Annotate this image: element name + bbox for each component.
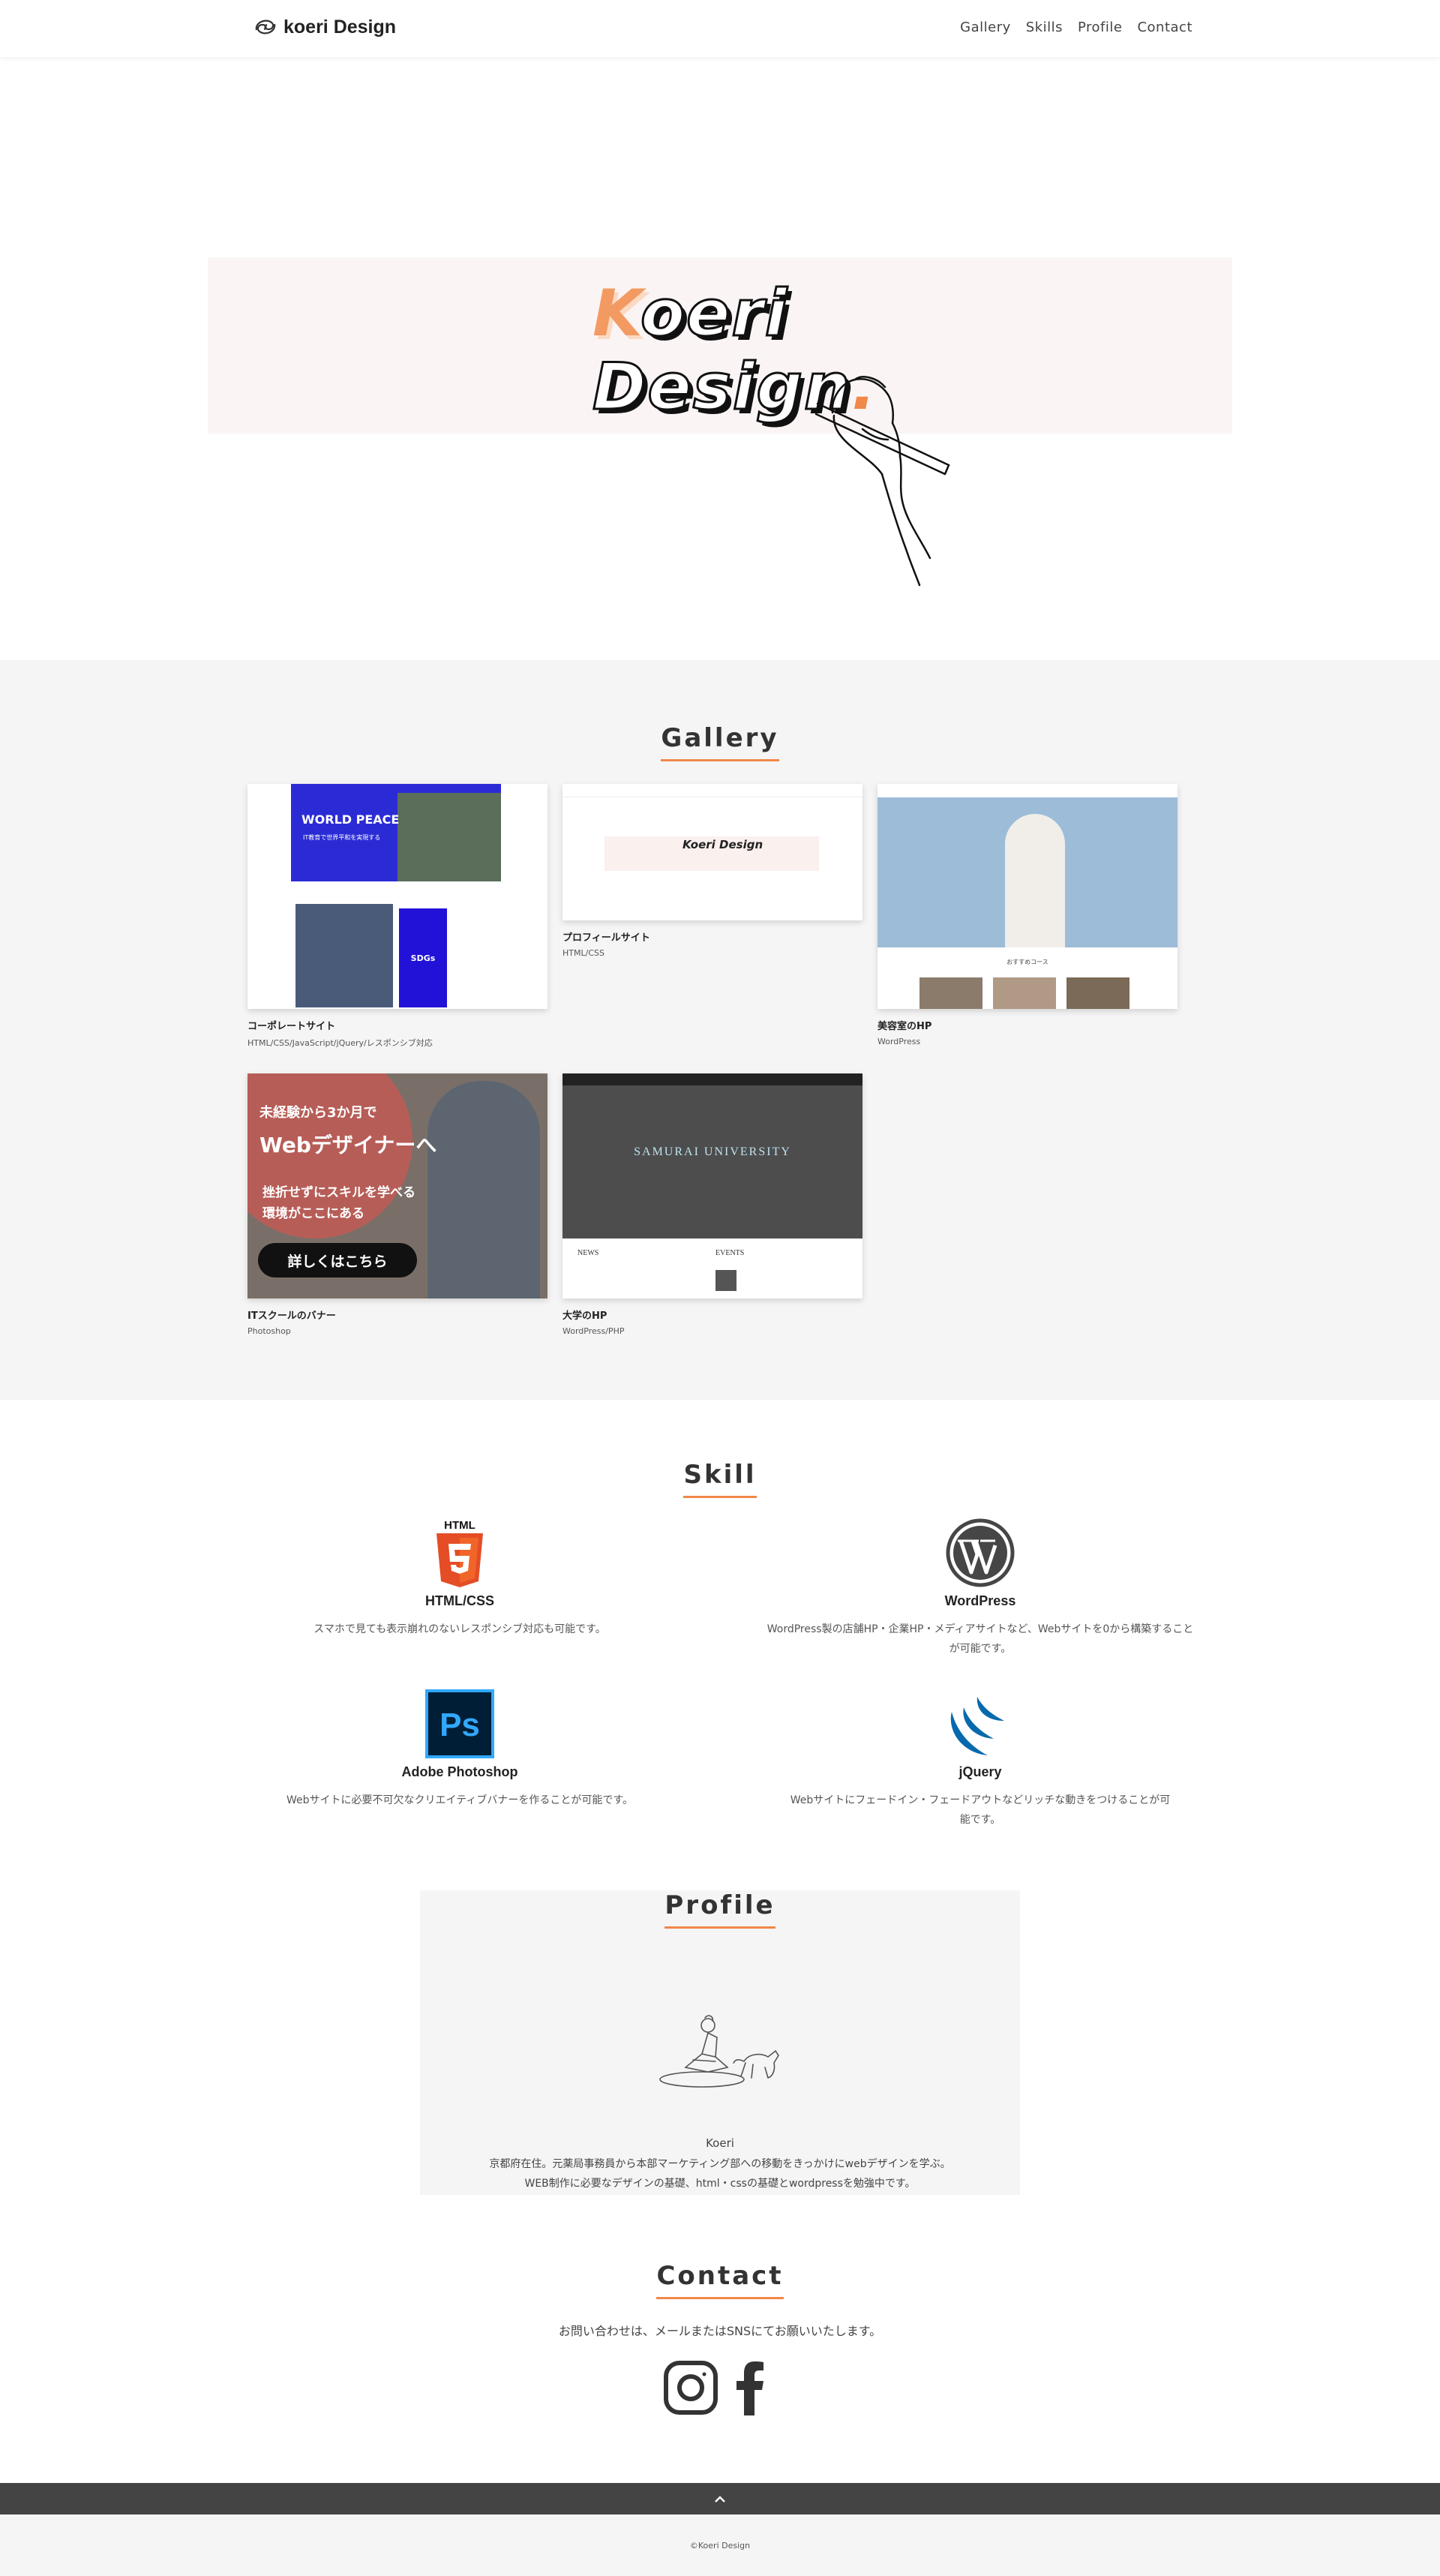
nav-profile[interactable]: Profile	[1078, 20, 1122, 35]
gallery-thumb-profile[interactable]: Koeri Design	[562, 784, 862, 920]
thumb-news: NEWS	[578, 1249, 599, 1257]
skill-item-wordpress: WordPress WordPress製の店舗HP・企業HP・メディアサイトなど…	[740, 1518, 1220, 1659]
thumb-course-2	[993, 977, 1056, 1009]
nav-gallery[interactable]: Gallery	[960, 20, 1011, 35]
profile-line1: 京都府在住。元薬局事務員から本部マーケティング部への移動をきっかけにwebデザイ…	[489, 2158, 951, 2170]
nav-skills[interactable]: Skills	[1026, 20, 1063, 35]
gallery-item-banner[interactable]: 未経験から3か月で Webデザイナーへ 挫折せずにスキルを学べる 環境がここにあ…	[248, 1073, 548, 1336]
gallery-thumb-corporate[interactable]: WORLD PEACE IT教育で世界平和を実現する SDGs	[248, 784, 548, 1009]
gallery-item-university[interactable]: SAMURAI UNIVERSITY NEWS EVENTS 大学のHP Wor…	[562, 1073, 862, 1336]
facebook-icon[interactable]	[735, 2360, 765, 2415]
thumb-section-title: おすすめコース	[1006, 959, 1048, 965]
skill-name: jQuery	[958, 1764, 1002, 1779]
skill-item-html-css: HTML HTML/CSS スマホで見ても表示崩れのないレスポンシブ対応も可能で…	[220, 1518, 700, 1639]
thumb-title: WORLD PEACE	[302, 812, 400, 827]
gallery-item-tech: HTML/CSS/JavaScript/jQuery/レスポンシブ対応	[248, 1038, 433, 1048]
gallery-item-salon[interactable]: おすすめコース 美容室のHP WordPress	[878, 784, 1178, 1046]
gallery-item-tech: Photoshop	[248, 1326, 291, 1336]
contact-text: お問い合わせは、メールまたはSNSにてお願いいたします。	[558, 2324, 882, 2338]
gallery-item-name: コーポレートサイト	[248, 1021, 336, 1032]
gallery-section: Gallery WORLD PEACE IT教育で世界平和を実現する SDGs …	[0, 660, 1440, 1400]
gallery-item-name: 大学のHP	[562, 1311, 608, 1322]
gallery-item-tech: WordPress	[878, 1037, 921, 1046]
gallery-item-tech: WordPress/PHP	[562, 1326, 625, 1336]
skill-desc: Webサイトに必要不可欠なクリエイティブバナーを作ることが可能です。	[286, 1794, 633, 1806]
contact-title: Contact	[0, 2261, 1440, 2299]
hero-section: Koeri Design.	[0, 57, 1440, 660]
site-logo[interactable]: koeri Design	[252, 15, 396, 39]
thumb-sdgs-badge: SDGs	[399, 908, 447, 1007]
thumb-events: EVENTS	[716, 1249, 745, 1257]
thumb-subtitle: IT教育で世界平和を実現する	[303, 834, 381, 841]
gallery-item-corporate[interactable]: WORLD PEACE IT教育で世界平和を実現する SDGs コーポレートサイ…	[248, 784, 548, 1049]
chevron-up-icon	[715, 2496, 725, 2502]
logo-text: koeri Design	[284, 16, 397, 38]
site-header: koeri Design Gallery Skills Profile Cont…	[0, 0, 1440, 57]
gallery-item-name: 美容室のHP	[878, 1021, 932, 1032]
hero-title-line1: Koeri	[592, 276, 878, 352]
main-nav: Gallery Skills Profile Contact	[960, 20, 1192, 35]
svg-text:Ps: Ps	[440, 1707, 480, 1743]
nav-contact[interactable]: Contact	[1137, 20, 1192, 35]
thumb-title: Koeri Design	[682, 838, 764, 851]
back-to-top-button[interactable]	[0, 2483, 1440, 2514]
profile-illustration	[659, 2015, 779, 2088]
gallery-thumb-banner[interactable]: 未経験から3か月で Webデザイナーへ 挫折せずにスキルを学べる 環境がここにあ…	[248, 1073, 548, 1299]
hero-title-rest: oeri	[639, 276, 789, 352]
skill-name: HTML/CSS	[425, 1593, 494, 1608]
wordpress-icon	[946, 1518, 1015, 1587]
jquery-icon	[950, 1697, 1004, 1755]
profile-line2: WEB制作に必要なデザインの基礎、html・cssの基礎とwordpressを勉…	[524, 2178, 916, 2190]
html5-icon: HTML	[436, 1519, 483, 1587]
skill-item-photoshop: Ps Adobe Photoshop Webサイトに必要不可欠なクリエイティブバ…	[220, 1689, 700, 1810]
thumb-course-3	[1066, 977, 1130, 1009]
thumb-line4: 環境がここにある	[262, 1206, 364, 1221]
thumb-person	[1005, 814, 1065, 947]
thumb-line2: Webデザイナーへ	[260, 1133, 437, 1157]
thumb-photo	[398, 793, 501, 881]
gallery-thumb-university[interactable]: SAMURAI UNIVERSITY NEWS EVENTS	[562, 1073, 862, 1299]
profile-text: 京都府在住。元薬局事務員から本部マーケティング部への移動をきっかけにwebデザイ…	[420, 2154, 1020, 2193]
skill-desc: WordPress製の店舗HP・企業HP・メディアサイトなど、Webサイトを0か…	[766, 1623, 1194, 1655]
skill-desc: Webサイトにフェードイン・フェードアウトなどリッチな動きをつけることが可能です…	[790, 1794, 1171, 1826]
gallery-thumb-salon[interactable]: おすすめコース	[878, 784, 1178, 1009]
gallery-item-tech: HTML/CSS	[562, 948, 604, 958]
thumb-course-1	[920, 977, 982, 1009]
skill-name: WordPress	[944, 1593, 1016, 1608]
instagram-icon[interactable]	[663, 2360, 718, 2415]
photoshop-icon: Ps	[425, 1689, 494, 1758]
swirl-logo-icon	[255, 20, 276, 35]
gallery-item-name: ITスクールのバナー	[248, 1311, 336, 1322]
thumb-line3: 挫折せずにスキルを学べる	[262, 1185, 416, 1200]
thumb-topbar	[562, 1073, 862, 1085]
hand-drawing-illustration	[814, 376, 950, 587]
gallery-title: Gallery	[0, 723, 1440, 761]
skill-name: Adobe Photoshop	[401, 1764, 518, 1779]
thumb-header	[562, 784, 862, 797]
thumb-people-photo	[296, 904, 393, 1007]
thumb-title: SAMURAI UNIVERSITY	[634, 1145, 791, 1158]
svg-text:HTML: HTML	[444, 1519, 476, 1532]
profile-title: Profile	[0, 1890, 1440, 1929]
gallery-item-profile[interactable]: Koeri Design プロフィールサイト HTML/CSS	[562, 784, 862, 958]
skill-desc: スマホで見ても表示崩れのないレスポンシブ対応も可能です。	[314, 1623, 606, 1635]
social-links	[663, 2360, 765, 2415]
skill-title: Skill	[0, 1460, 1440, 1498]
profile-name: Koeri	[706, 2136, 734, 2150]
hero-title-initial: K	[592, 276, 640, 351]
thumb-line1: 未経験から3か月で	[260, 1105, 377, 1121]
copyright: ©Koeri Design	[689, 2540, 751, 2550]
thumb-date-box	[716, 1270, 736, 1291]
gallery-item-name: プロフィールサイト	[562, 932, 650, 944]
skill-item-jquery: jQuery Webサイトにフェードイン・フェードアウトなどリッチな動きをつける…	[740, 1689, 1220, 1830]
thumb-person	[428, 1081, 540, 1299]
site-footer: ©Koeri Design	[0, 2514, 1440, 2576]
thumb-cta-button: 詳しくはこちら	[258, 1243, 417, 1277]
